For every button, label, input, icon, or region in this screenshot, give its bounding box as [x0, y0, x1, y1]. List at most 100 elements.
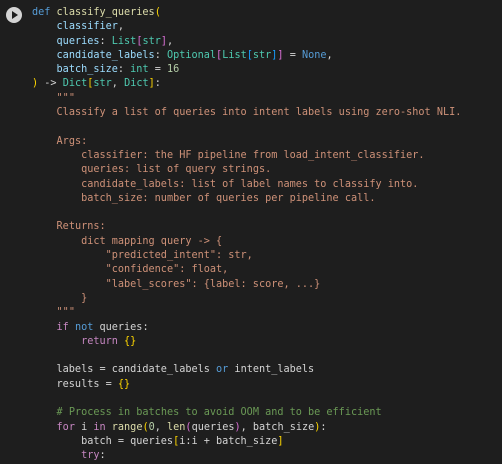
code-token: str	[93, 78, 112, 90]
code-token: return	[81, 335, 118, 347]
code-token: queries: list of query strings.	[81, 164, 272, 176]
code-line[interactable]: queries: list of query strings.	[32, 163, 461, 177]
code-line[interactable]	[32, 349, 461, 363]
code-line[interactable]: Classify a list of queries into intent l…	[32, 106, 462, 120]
code-token: Classify a list of queries into intent l…	[56, 107, 462, 119]
code-line[interactable]: results = {}	[32, 378, 461, 392]
code-cell[interactable]: def classify_queries( classifier, querie…	[0, 0, 502, 464]
code-token: Args:	[56, 135, 88, 147]
code-line[interactable]: """	[32, 306, 461, 320]
code-token: not	[74, 321, 94, 333]
code-line[interactable]: for i in range(0, len(queries), batch_si…	[32, 421, 461, 435]
code-line[interactable]: dict mapping query -> {	[32, 235, 461, 249]
code-token: :	[154, 78, 161, 90]
code-line[interactable]: batch = queries[i:i + batch_size]	[32, 435, 461, 449]
run-cell-button[interactable]	[6, 7, 22, 23]
code-line[interactable]: classifier,	[32, 20, 461, 34]
code-token: Dict	[124, 78, 149, 90]
code-token: try	[81, 450, 100, 462]
code-token: 16	[166, 64, 180, 76]
code-line[interactable]: def classify_queries(	[32, 6, 461, 20]
code-token: queries	[191, 421, 235, 433]
code-token: batch = queries	[32, 435, 174, 447]
code-token: intent_labels	[228, 364, 315, 376]
code-token: {}	[117, 378, 131, 390]
code-token: i:i + batch_size	[179, 435, 278, 447]
code-editor[interactable]: def classify_queries( classifier, querie…	[32, 6, 461, 464]
code-token: queries:	[93, 321, 149, 333]
code-token: ]	[277, 435, 284, 447]
code-token: None	[301, 49, 327, 61]
code-token: (	[154, 7, 161, 18]
code-token: {}	[124, 335, 137, 347]
code-token: ,	[111, 78, 125, 90]
code-line[interactable]: # Process in batches to avoid OOM and to…	[32, 406, 461, 420]
code-token: """	[56, 307, 75, 319]
code-line[interactable]: "label_scores": {label: score, ...}	[32, 278, 461, 292]
code-token: dict mapping query -> {	[81, 235, 223, 247]
code-token: :	[99, 450, 106, 462]
code-token: str	[142, 35, 161, 47]
code-line[interactable]: "predicted_intent": str,	[32, 249, 461, 263]
code-token: if	[56, 321, 69, 333]
code-token: Returns:	[56, 221, 106, 233]
code-line[interactable]: ) -> Dict[str, Dict]:	[32, 77, 461, 91]
code-line[interactable]: queries: List[str],	[32, 35, 461, 49]
code-token: batch_size	[56, 64, 118, 76]
code-token: int	[130, 64, 149, 76]
code-token: candidate_labels	[56, 49, 155, 61]
code-line[interactable]: """	[32, 92, 461, 106]
code-line[interactable]: }	[32, 292, 461, 306]
code-line[interactable]: try:	[32, 449, 461, 463]
code-token: i	[74, 421, 94, 433]
code-line[interactable]: Returns:	[32, 220, 461, 234]
code-line[interactable]: if not queries:	[32, 321, 461, 335]
code-token: :	[320, 421, 327, 433]
code-line[interactable]: return {}	[32, 335, 461, 349]
code-token: for	[56, 421, 75, 433]
code-line[interactable]	[32, 392, 461, 406]
code-token: def	[32, 7, 51, 18]
code-line[interactable]: "confidence": float,	[32, 263, 461, 277]
code-token: results =	[32, 378, 118, 390]
code-token: str	[252, 49, 272, 61]
code-line[interactable]: labels = candidate_labels or intent_labe…	[32, 363, 461, 377]
code-token: Dict	[62, 78, 88, 90]
code-line[interactable]: classifier: the HF pipeline from load_in…	[32, 149, 461, 163]
code-line[interactable]: candidate_labels: list of label names to…	[32, 178, 461, 192]
code-token: """	[56, 92, 75, 104]
code-line[interactable]: Args:	[32, 135, 461, 149]
code-token: len	[167, 421, 186, 433]
code-token: Optional	[166, 49, 217, 61]
code-line[interactable]: batch_size: number of queries per pipeli…	[32, 192, 461, 206]
code-token: :	[99, 35, 112, 47]
code-token: classify_queries	[56, 7, 155, 18]
code-token: :	[154, 49, 167, 61]
code-token: }	[81, 292, 88, 304]
code-token: or	[216, 364, 229, 376]
code-line[interactable]	[32, 120, 461, 134]
code-line[interactable]: batch_size: int = 16	[32, 63, 461, 77]
code-token: List	[222, 49, 247, 61]
code-token: queries	[56, 35, 100, 47]
code-line[interactable]	[32, 206, 461, 220]
code-token: =	[148, 64, 167, 76]
code-line[interactable]: candidate_labels: Optional[List[str]] = …	[32, 49, 461, 63]
code-token: # Process in batches to avoid OOM and to…	[56, 407, 382, 419]
code-token: :	[117, 64, 131, 76]
